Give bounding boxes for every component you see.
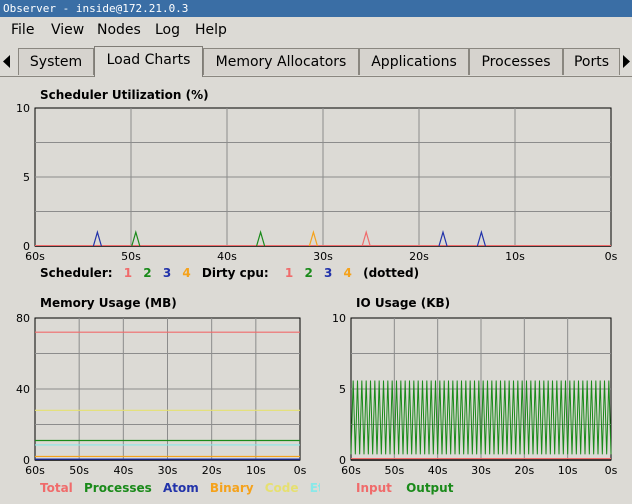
menu-nodes[interactable]: Nodes xyxy=(97,22,141,38)
memory-x-tick: 50s xyxy=(69,464,89,477)
memory-y-tick: 0 xyxy=(23,454,30,467)
io-legend: Input Output xyxy=(356,481,460,495)
io-x-tick: 30s xyxy=(471,464,491,477)
scheduler-legend-3: 3 xyxy=(162,266,172,280)
menu-help[interactable]: Help xyxy=(195,22,227,38)
memory-legend-code: Code xyxy=(264,481,299,495)
io-chart: 60s 50s 40s 30s 20s 10s 0s0510 xyxy=(332,312,618,477)
scheduler-legend-4: 4 xyxy=(182,266,191,280)
io-legend-input: Input xyxy=(356,481,392,495)
tab-scroll-right-icon[interactable] xyxy=(620,48,632,75)
memory-y-tick: 40 xyxy=(16,383,30,396)
memory-x-tick: 30s xyxy=(158,464,178,477)
scheduler-y-tick: 10 xyxy=(16,102,30,115)
io-x-tick: 10s xyxy=(558,464,578,477)
io-legend-output: Output xyxy=(406,481,454,495)
io-y-tick: 5 xyxy=(339,383,346,396)
scheduler-y-tick: 5 xyxy=(23,171,30,184)
menu-bar: File View Nodes Log Help xyxy=(0,19,632,43)
dirty-cpu-legend-1: 1 xyxy=(284,266,294,280)
scheduler-legend-label: Scheduler: xyxy=(40,266,113,280)
io-x-tick: 0s xyxy=(605,464,618,477)
memory-x-tick: 10s xyxy=(246,464,266,477)
scheduler-x-tick: 40s xyxy=(217,250,237,263)
scheduler-legend-2: 2 xyxy=(143,266,152,280)
io-x-tick: 20s xyxy=(514,464,534,477)
io-y-tick: 0 xyxy=(339,454,346,467)
scheduler-x-tick: 50s xyxy=(121,250,141,263)
tab-system[interactable]: System xyxy=(18,48,94,75)
io-y-tick: 10 xyxy=(332,312,346,325)
memory-x-tick: 40s xyxy=(113,464,133,477)
dirty-cpu-dotted-note: (dotted) xyxy=(363,266,420,280)
memory-y-tick: 80 xyxy=(16,312,30,325)
menu-file[interactable]: File xyxy=(11,22,34,38)
memory-legend-atom: Atom xyxy=(162,481,199,495)
dirty-cpu-legend-label: Dirty cpu: xyxy=(201,266,269,280)
scheduler-legend-1: 1 xyxy=(123,266,133,280)
memory-legend-processes: Processes xyxy=(83,481,152,495)
window-title: Observer - inside@172.21.0.3 xyxy=(0,0,632,17)
tab-processes[interactable]: Processes xyxy=(469,48,563,75)
scheduler-y-tick: 0 xyxy=(23,240,30,253)
memory-legend-binary: Binary xyxy=(209,481,254,495)
memory-chart: 60s 50s 40s 30s 20s 10s 0s04080 xyxy=(16,312,307,477)
tab-ports[interactable]: Ports xyxy=(563,48,620,75)
dirty-cpu-legend-2: 2 xyxy=(304,266,313,280)
menu-log[interactable]: Log xyxy=(155,22,180,38)
scheduler-x-tick: 10s xyxy=(505,250,525,263)
memory-legend: Total Processes Atom Binary Code Ets xyxy=(40,481,320,495)
dirty-cpu-legend-4: 4 xyxy=(343,266,352,280)
tab-scroll-left-icon[interactable] xyxy=(0,48,14,75)
memory-x-tick: 20s xyxy=(202,464,222,477)
tab-bar: System Load Charts Memory Allocators App… xyxy=(0,46,632,77)
scheduler-x-tick: 30s xyxy=(313,250,333,263)
menu-view[interactable]: View xyxy=(51,22,84,38)
tab-memory-allocators[interactable]: Memory Allocators xyxy=(203,48,359,75)
tab-applications[interactable]: Applications xyxy=(359,48,469,75)
io-x-tick: 50s xyxy=(384,464,404,477)
memory-legend-total: Total xyxy=(40,481,73,495)
memory-x-tick: 0s xyxy=(294,464,307,477)
memory-legend-ets: Ets xyxy=(309,481,320,495)
tab-load-charts[interactable]: Load Charts xyxy=(94,46,203,77)
dirty-cpu-legend-3: 3 xyxy=(323,266,333,280)
io-x-tick: 40s xyxy=(428,464,448,477)
scheduler-chart: 60s 50s 40s 30s 20s 10s 0s0510 xyxy=(16,102,618,263)
scheduler-x-tick: 0s xyxy=(605,250,618,263)
scheduler-legend: Scheduler: 1 2 3 4 Dirty cpu: 1 2 3 4 (d… xyxy=(40,266,426,280)
scheduler-x-tick: 20s xyxy=(409,250,429,263)
